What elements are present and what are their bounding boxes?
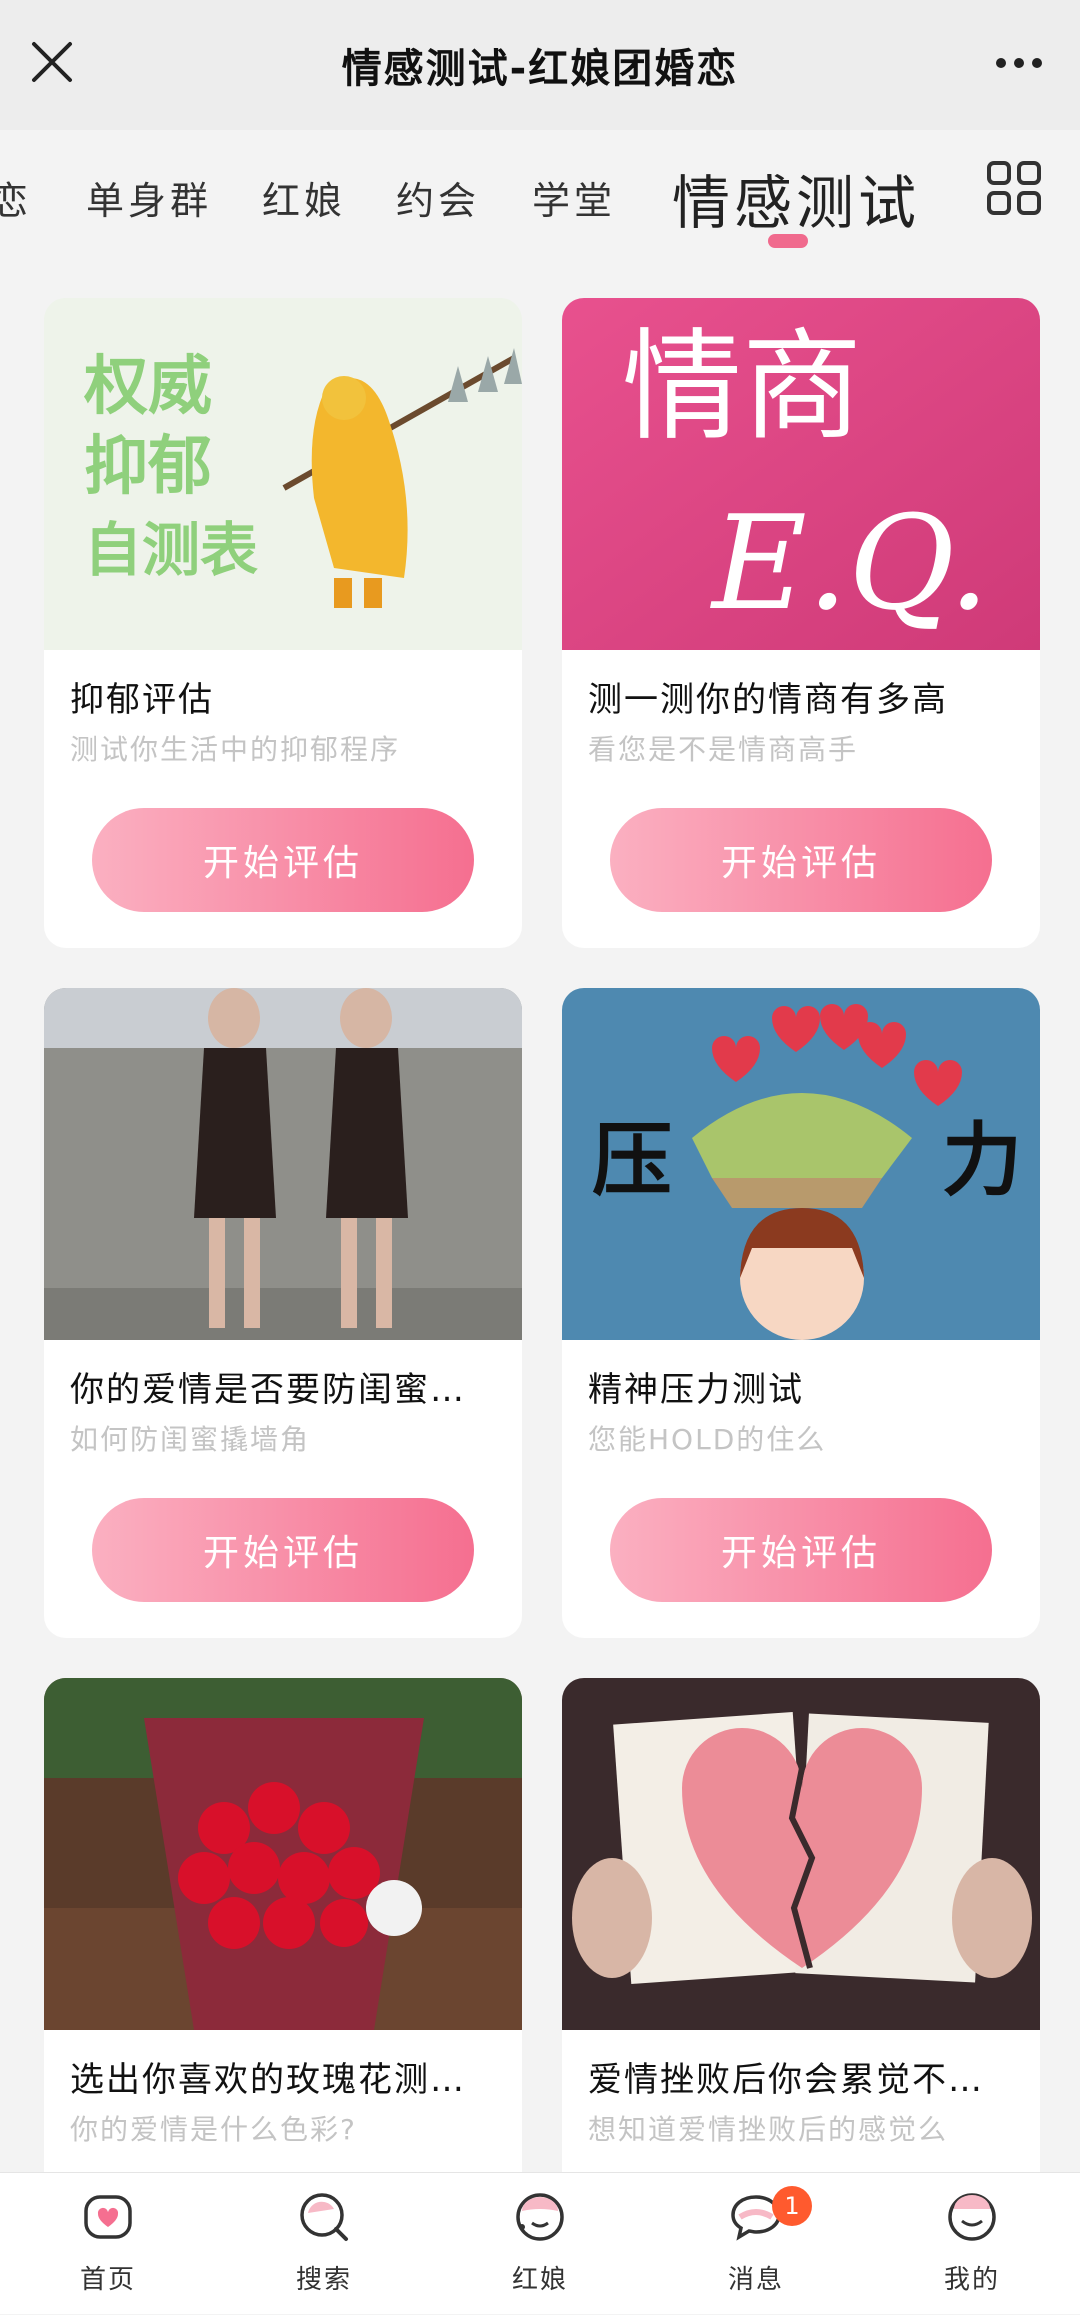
card-image-text: 自测表: [84, 516, 258, 584]
card-image-rose: [44, 1678, 522, 2030]
test-card-depression[interactable]: 权威 抑郁 自测表 抑郁评估 测试你生活中的抑郁程序 开始评估: [44, 298, 522, 948]
active-tab-indicator: [768, 234, 808, 248]
card-image-text: 压: [592, 1114, 672, 1207]
card-image-text: E.Q.: [710, 487, 990, 639]
card-title: 选出你喜欢的玫瑰花测…: [70, 2060, 466, 2100]
nav-label: 我的: [943, 2265, 1000, 2295]
category-tabs: 恋 单身群 红娘 约会 学堂 情感测试: [0, 130, 1080, 270]
close-icon[interactable]: [30, 40, 74, 84]
bottom-navigation: 首页 搜索 红娘 消息 我的: [0, 2172, 1080, 2314]
home-icon: [84, 2195, 132, 2239]
tab-singles-group[interactable]: 单身群: [86, 170, 212, 225]
start-assessment-button[interactable]: 开始评估: [610, 1498, 992, 1602]
card-image-heartbreak: [562, 1678, 1040, 2030]
card-title: 爱情挫败后你会累觉不…: [588, 2060, 984, 2100]
test-card-bestie[interactable]: 你的爱情是否要防闺蜜… 如何防闺蜜撬墙角 开始评估: [44, 988, 522, 1638]
card-title: 精神压力测试: [588, 1370, 804, 1410]
card-subtitle: 想知道爱情挫败后的感觉么: [588, 2113, 949, 2146]
nav-profile[interactable]: 我的: [864, 2173, 1080, 2315]
card-title: 抑郁评估: [70, 680, 214, 720]
nav-search[interactable]: 搜索: [216, 2173, 432, 2315]
tab-matchmaker[interactable]: 红娘: [262, 170, 346, 225]
card-image-bestie: [44, 988, 522, 1340]
card-subtitle: 看您是不是情商高手: [588, 733, 859, 766]
tab-emotion-test[interactable]: 情感测试: [672, 156, 920, 240]
card-image-depression: 权威 抑郁 自测表: [44, 298, 522, 650]
card-image-text: 情商: [622, 318, 862, 457]
nav-label: 首页: [79, 2265, 136, 2295]
card-title: 你的爱情是否要防闺蜜…: [70, 1370, 466, 1410]
start-assessment-button[interactable]: 开始评估: [610, 808, 992, 912]
test-card-eq[interactable]: 情商 E.Q. 测一测你的情商有多高 看您是不是情商高手 开始评估: [562, 298, 1040, 948]
nav-matchmaker[interactable]: 红娘: [432, 2173, 648, 2315]
card-subtitle: 你的爱情是什么色彩?: [70, 2113, 357, 2146]
nav-label: 红娘: [511, 2265, 568, 2295]
card-subtitle: 您能HOLD的住么: [588, 1423, 827, 1456]
search-icon: [300, 2193, 348, 2241]
card-image-eq: 情商 E.Q.: [562, 298, 1040, 650]
profile-icon: [948, 2193, 996, 2241]
tab-partial[interactable]: 恋: [0, 170, 32, 225]
card-title: 测一测你的情商有多高: [588, 680, 948, 720]
card-image-text: 力: [942, 1114, 1022, 1207]
card-image-text: 抑郁: [84, 430, 212, 504]
tab-dating[interactable]: 约会: [396, 170, 480, 225]
test-card-rose[interactable]: 选出你喜欢的玫瑰花测… 你的爱情是什么色彩?: [44, 1678, 522, 2172]
nav-home[interactable]: 首页: [0, 2173, 216, 2315]
test-card-stress[interactable]: 压 力 精神压力测试 您能HOLD的住么 开始评估: [562, 988, 1040, 1638]
nav-messages[interactable]: 消息: [648, 2173, 864, 2315]
more-options-icon[interactable]: [994, 56, 1044, 70]
page-title: 情感测试-红娘团婚恋: [341, 46, 739, 92]
nav-label: 消息: [727, 2265, 784, 2295]
nav-label: 搜索: [295, 2265, 352, 2295]
tab-academy[interactable]: 学堂: [532, 170, 616, 225]
start-assessment-button[interactable]: 开始评估: [92, 808, 474, 912]
start-assessment-button[interactable]: 开始评估: [92, 1498, 474, 1602]
card-subtitle: 测试你生活中的抑郁程序: [70, 733, 401, 766]
title-bar: 情感测试-红娘团婚恋: [0, 0, 1080, 130]
card-subtitle: 如何防闺蜜撬墙角: [70, 1423, 311, 1456]
card-image-stress: 压 力: [562, 988, 1040, 1340]
message-count-badge: 1: [772, 2186, 812, 2226]
grid-menu-icon[interactable]: [986, 160, 1042, 216]
test-card-heartbreak[interactable]: 爱情挫败后你会累觉不… 想知道爱情挫败后的感觉么: [562, 1678, 1040, 2172]
matchmaker-icon: [516, 2193, 564, 2241]
card-image-text: 权威: [83, 350, 212, 424]
